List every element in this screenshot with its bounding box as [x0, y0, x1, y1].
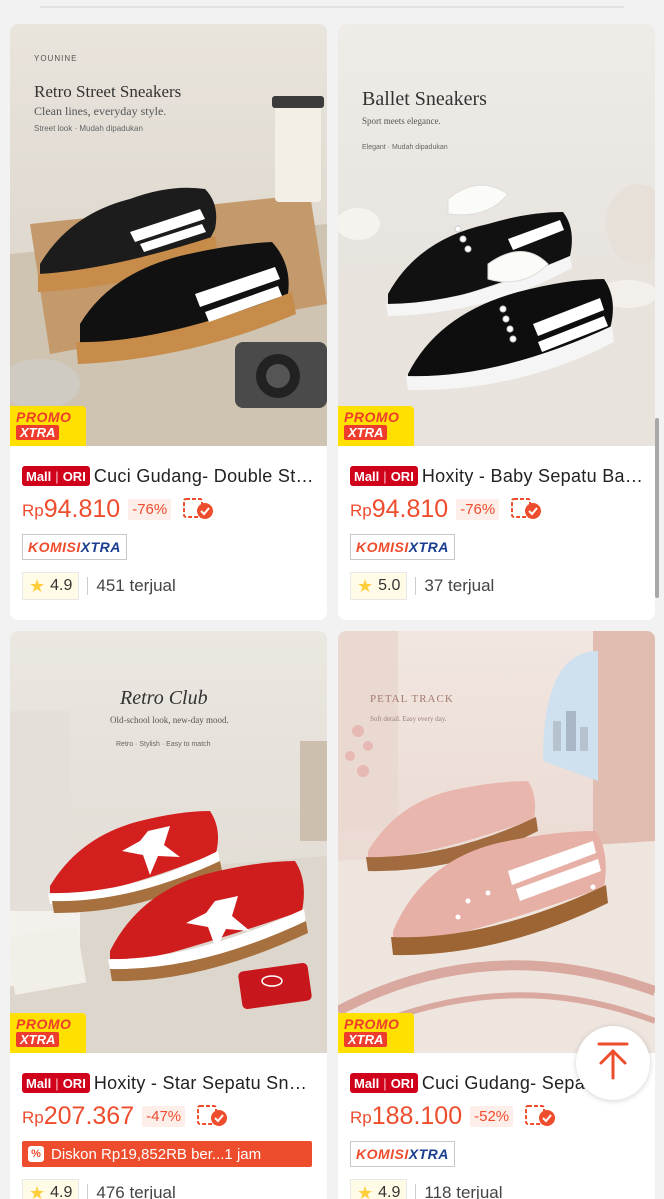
product-card[interactable]: YOUNINE Retro Street Sneakers Clean line… [10, 24, 327, 620]
rating-row: ★ 4.9 476 terjual [22, 1179, 315, 1199]
cod-check-icon [195, 1104, 229, 1128]
product-card[interactable]: PETAL TRACK Soft detail. Easy every day.… [338, 631, 655, 1199]
poster-title: Retro Club [120, 687, 208, 709]
product-card[interactable]: Retro Club Old-school look, new-day mood… [10, 631, 327, 1199]
cod-check-icon [523, 1104, 557, 1128]
star-icon: ★ [29, 1182, 46, 1199]
price-row: Rp 207.367 -47% [22, 1101, 315, 1131]
arrow-up-icon [595, 1041, 631, 1086]
cod-check-icon [181, 497, 215, 521]
promo-xtra-badge: PROMO XTRA [10, 1013, 86, 1053]
sold-count: 476 terjual [96, 1183, 176, 1199]
poster-subtitle: Clean lines, everyday style. [34, 104, 167, 118]
product-image[interactable]: Ballet Sneakers Sport meets elegance. El… [338, 24, 655, 446]
poster-title: Retro Street Sneakers [34, 82, 182, 101]
product-name: Cuci Gudang- Double Stripe Sneakers [93, 465, 315, 486]
percent-tag-icon: % [28, 1146, 44, 1162]
rating-row: ★ 5.0 37 terjual [350, 572, 643, 600]
product-title[interactable]: Mall|ORI Cuci Gudang- Double Stripe Snea… [22, 464, 315, 488]
discount-badge: -47% [142, 1105, 186, 1127]
poster-subtitle: Sport meets elegance. [362, 116, 441, 126]
price: 94.810 [43, 494, 121, 523]
star-icon: ★ [357, 575, 374, 596]
sold-count: 118 terjual [424, 1183, 503, 1199]
discount-badge: -76% [128, 498, 172, 520]
komisi-xtra-badge: KOMISI XTRA [350, 1141, 455, 1167]
mall-ori-badge: Mall | ORI [350, 1073, 418, 1093]
product-title[interactable]: Mall|ORI Hoxity - Baby Sepatu Ballet Sne… [350, 464, 643, 488]
product-name: Hoxity - Baby Sepatu Ballet Sneakers [421, 465, 643, 486]
star-icon: ★ [29, 575, 46, 596]
sold-count: 37 terjual [424, 576, 495, 595]
back-to-top-button[interactable] [576, 1026, 650, 1100]
product-card[interactable]: Ballet Sneakers Sport meets elegance. El… [338, 24, 655, 620]
product-image[interactable]: YOUNINE Retro Street Sneakers Clean line… [10, 24, 327, 446]
discount-badge: -76% [456, 498, 500, 520]
price: 207.367 [43, 1101, 135, 1130]
price-row: Rp 94.810 -76% [350, 494, 643, 524]
cod-check-icon [509, 497, 543, 521]
poster-tagline: Retro · Stylish · Easy to match [116, 741, 211, 748]
poster-brand: YOUNINE [34, 54, 78, 63]
price-row: Rp 94.810 -76% [22, 494, 315, 524]
product-name: Cuci Gudang- Sepatu [421, 1072, 601, 1093]
price: 94.810 [371, 494, 449, 523]
promo-xtra-badge: PROMO XTRA [10, 406, 86, 446]
product-title[interactable]: Mall|ORI Hoxity - Star Sepatu Sneakers [22, 1071, 315, 1095]
rating-badge: ★ 4.9 [22, 572, 80, 600]
rating-badge: ★ 5.0 [350, 572, 408, 600]
currency: Rp [350, 501, 372, 520]
poster-title: Ballet Sneakers [362, 88, 487, 110]
price-row: Rp 188.100 -52% [350, 1101, 643, 1131]
price: 188.100 [371, 1101, 463, 1130]
top-divider [0, 0, 664, 14]
currency: Rp [22, 1108, 44, 1127]
promo-xtra-badge: PROMO XTRA [338, 406, 414, 446]
currency: Rp [22, 501, 44, 520]
poster-title: PETAL TRACK [370, 693, 454, 705]
star-icon: ★ [357, 1182, 374, 1199]
komisi-xtra-badge: KOMISI XTRA [350, 534, 455, 560]
rating-row: ★ 4.9 451 terjual [22, 572, 315, 600]
rating-row: ★ 4.9 118 terjual [350, 1179, 643, 1199]
product-name: Hoxity - Star Sepatu Sneakers [93, 1072, 315, 1093]
rating-badge: ★ 4.9 [22, 1179, 80, 1199]
poster-tagline: Elegant · Mudah dipadukan [362, 144, 448, 151]
product-image[interactable]: Retro Club Old-school look, new-day mood… [10, 631, 327, 1053]
poster-subtitle: Soft detail. Easy every day. [370, 715, 447, 723]
mall-ori-badge: Mall | ORI [22, 466, 90, 486]
poster-subtitle: Old-school look, new-day mood. [110, 715, 229, 725]
mall-ori-badge: Mall | ORI [350, 466, 418, 486]
scrollbar[interactable] [655, 418, 659, 598]
promo-xtra-badge: PROMO XTRA [338, 1013, 414, 1053]
product-image[interactable]: PETAL TRACK Soft detail. Easy every day.… [338, 631, 655, 1053]
voucher-countdown-badge[interactable]: % Diskon Rp19,852RB ber...1 jam [22, 1141, 312, 1167]
rating-badge: ★ 4.9 [350, 1179, 408, 1199]
currency: Rp [350, 1108, 372, 1127]
poster-tagline: Street look · Mudah dipadukan [34, 124, 143, 133]
discount-badge: -52% [470, 1105, 514, 1127]
komisi-xtra-badge: KOMISI XTRA [22, 534, 127, 560]
sold-count: 451 terjual [96, 576, 176, 595]
mall-ori-badge: Mall | ORI [22, 1073, 90, 1093]
